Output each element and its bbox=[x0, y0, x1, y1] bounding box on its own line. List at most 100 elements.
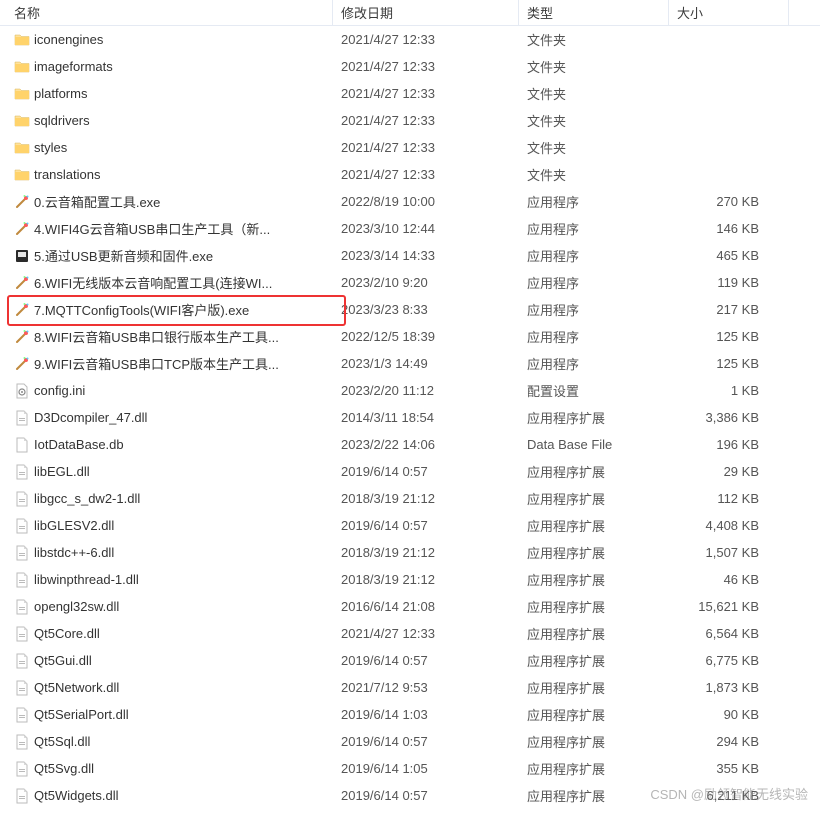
cell-date: 2021/4/27 12:33 bbox=[333, 32, 519, 47]
cell-date: 2021/4/27 12:33 bbox=[333, 59, 519, 74]
table-row[interactable]: sqldrivers2021/4/27 12:33文件夹 bbox=[0, 107, 820, 134]
table-row[interactable]: IotDataBase.db2023/2/22 14:06Data Base F… bbox=[0, 431, 820, 458]
table-row[interactable]: platforms2021/4/27 12:33文件夹 bbox=[0, 80, 820, 107]
table-row[interactable]: libstdc++-6.dll2018/3/19 21:12应用程序扩展1,50… bbox=[0, 539, 820, 566]
column-header-date[interactable]: 修改日期 bbox=[333, 0, 519, 26]
cell-size: 29 KB bbox=[669, 464, 789, 479]
table-row[interactable]: translations2021/4/27 12:33文件夹 bbox=[0, 161, 820, 188]
cell-name: imageformats bbox=[0, 59, 333, 75]
column-header-size[interactable]: 大小 bbox=[669, 0, 789, 26]
column-header-name[interactable]: 名称 bbox=[0, 0, 333, 26]
cell-type: 应用程序扩展 bbox=[519, 408, 669, 427]
column-header-type[interactable]: 类型 bbox=[519, 0, 669, 26]
file-name: Qt5SerialPort.dll bbox=[34, 707, 129, 722]
file-name: 0.云音箱配置工具.exe bbox=[34, 192, 160, 211]
file-name: libwinpthread-1.dll bbox=[34, 572, 139, 587]
cell-size: 90 KB bbox=[669, 707, 789, 722]
table-row[interactable]: Qt5SerialPort.dll2019/6/14 1:03应用程序扩展90 … bbox=[0, 701, 820, 728]
file-name: Qt5Widgets.dll bbox=[34, 788, 119, 803]
cell-type: 配置设置 bbox=[519, 381, 669, 400]
cell-date: 2023/1/3 14:49 bbox=[333, 356, 519, 371]
dll-file-icon bbox=[14, 464, 30, 480]
application-icon bbox=[14, 221, 30, 237]
dll-file-icon bbox=[14, 680, 30, 696]
table-row[interactable]: 9.WIFI云音箱USB串口TCP版本生产工具...2023/1/3 14:49… bbox=[0, 350, 820, 377]
cell-size: 46 KB bbox=[669, 572, 789, 587]
cell-name: libGLESV2.dll bbox=[0, 518, 333, 534]
table-row[interactable]: Qt5Sql.dll2019/6/14 0:57应用程序扩展294 KB bbox=[0, 728, 820, 755]
cell-size: 1,507 KB bbox=[669, 545, 789, 560]
cell-size: 6,564 KB bbox=[669, 626, 789, 641]
cell-date: 2021/4/27 12:33 bbox=[333, 140, 519, 155]
cell-name: config.ini bbox=[0, 383, 333, 399]
file-name: IotDataBase.db bbox=[34, 437, 124, 452]
table-row[interactable]: libgcc_s_dw2-1.dll2018/3/19 21:12应用程序扩展1… bbox=[0, 485, 820, 512]
cell-name: 8.WIFI云音箱USB串口银行版本生产工具... bbox=[0, 327, 333, 346]
table-row[interactable]: 5.通过USB更新音频和固件.exe2023/3/14 14:33应用程序465… bbox=[0, 242, 820, 269]
dll-file-icon bbox=[14, 572, 30, 588]
table-row[interactable]: styles 2021/4/27 12:33文件夹 bbox=[0, 134, 820, 161]
table-row[interactable]: 4.WIFI4G云音箱USB串口生产工具（新...2023/3/10 12:44… bbox=[0, 215, 820, 242]
file-name: 6.WIFI无线版本云音响配置工具(连接WI... bbox=[34, 273, 272, 292]
cell-date: 2019/6/14 0:57 bbox=[333, 788, 519, 803]
table-row[interactable]: libEGL.dll2019/6/14 0:57应用程序扩展29 KB bbox=[0, 458, 820, 485]
cell-size: 119 KB bbox=[669, 275, 789, 290]
cell-date: 2019/6/14 0:57 bbox=[333, 653, 519, 668]
table-row[interactable]: 6.WIFI无线版本云音响配置工具(连接WI...2023/2/10 9:20应… bbox=[0, 269, 820, 296]
cell-type: 应用程序扩展 bbox=[519, 759, 669, 778]
file-name: config.ini bbox=[34, 383, 85, 398]
cell-size: 6,775 KB bbox=[669, 653, 789, 668]
folder-icon bbox=[14, 59, 30, 75]
cell-date: 2019/6/14 0:57 bbox=[333, 464, 519, 479]
table-row[interactable]: libwinpthread-1.dll2018/3/19 21:12应用程序扩展… bbox=[0, 566, 820, 593]
application-icon bbox=[14, 248, 30, 264]
cell-name: Qt5Sql.dll bbox=[0, 734, 333, 750]
cell-size: 217 KB bbox=[669, 302, 789, 317]
table-row[interactable]: 0.云音箱配置工具.exe2022/8/19 10:00应用程序270 KB bbox=[0, 188, 820, 215]
cell-date: 2019/6/14 1:03 bbox=[333, 707, 519, 722]
cell-size: 294 KB bbox=[669, 734, 789, 749]
table-row[interactable]: 7.MQTTConfigTools(WIFI客户版).exe2023/3/23 … bbox=[0, 296, 820, 323]
cell-name: Qt5Gui.dll bbox=[0, 653, 333, 669]
file-name: styles bbox=[34, 140, 67, 155]
cell-name: 6.WIFI无线版本云音响配置工具(连接WI... bbox=[0, 273, 333, 292]
cell-name: 7.MQTTConfigTools(WIFI客户版).exe bbox=[0, 300, 333, 319]
table-row[interactable]: imageformats2021/4/27 12:33文件夹 bbox=[0, 53, 820, 80]
table-row[interactable]: Qt5Network.dll2021/7/12 9:53应用程序扩展1,873 … bbox=[0, 674, 820, 701]
application-icon bbox=[14, 194, 30, 210]
cell-size: 4,408 KB bbox=[669, 518, 789, 533]
cell-type: 文件夹 bbox=[519, 30, 669, 49]
dll-file-icon bbox=[14, 761, 30, 777]
cell-name: Qt5Core.dll bbox=[0, 626, 333, 642]
table-row[interactable]: opengl32sw.dll2016/6/14 21:08应用程序扩展15,62… bbox=[0, 593, 820, 620]
cell-date: 2023/3/14 14:33 bbox=[333, 248, 519, 263]
cell-size: 1 KB bbox=[669, 383, 789, 398]
cell-size: 146 KB bbox=[669, 221, 789, 236]
cell-type: 应用程序 bbox=[519, 327, 669, 346]
application-icon bbox=[14, 302, 30, 318]
dll-file-icon bbox=[14, 707, 30, 723]
file-name: Qt5Gui.dll bbox=[34, 653, 92, 668]
file-name: platforms bbox=[34, 86, 87, 101]
table-row[interactable]: D3Dcompiler_47.dll2014/3/11 18:54应用程序扩展3… bbox=[0, 404, 820, 431]
cell-name: Qt5SerialPort.dll bbox=[0, 707, 333, 723]
dll-file-icon bbox=[14, 626, 30, 642]
folder-icon bbox=[14, 113, 30, 129]
watermark-text: CSDN @励领智能无线实验 bbox=[650, 784, 808, 803]
table-row[interactable]: iconengines2021/4/27 12:33文件夹 bbox=[0, 26, 820, 53]
cell-size: 15,621 KB bbox=[669, 599, 789, 614]
cell-date: 2021/4/27 12:33 bbox=[333, 167, 519, 182]
file-name: D3Dcompiler_47.dll bbox=[34, 410, 147, 425]
folder-icon bbox=[14, 167, 30, 183]
table-row[interactable]: config.ini2023/2/20 11:12配置设置1 KB bbox=[0, 377, 820, 404]
table-row[interactable]: 8.WIFI云音箱USB串口银行版本生产工具...2022/12/5 18:39… bbox=[0, 323, 820, 350]
cell-type: 文件夹 bbox=[519, 138, 669, 157]
cell-type: 文件夹 bbox=[519, 165, 669, 184]
table-row[interactable]: Qt5Gui.dll2019/6/14 0:57应用程序扩展6,775 KB bbox=[0, 647, 820, 674]
cell-type: 应用程序 bbox=[519, 219, 669, 238]
table-row[interactable]: Qt5Core.dll2021/4/27 12:33应用程序扩展6,564 KB bbox=[0, 620, 820, 647]
cell-type: 文件夹 bbox=[519, 57, 669, 76]
dll-file-icon bbox=[14, 788, 30, 804]
table-row[interactable]: Qt5Svg.dll2019/6/14 1:05应用程序扩展355 KB bbox=[0, 755, 820, 782]
table-row[interactable]: libGLESV2.dll2019/6/14 0:57应用程序扩展4,408 K… bbox=[0, 512, 820, 539]
